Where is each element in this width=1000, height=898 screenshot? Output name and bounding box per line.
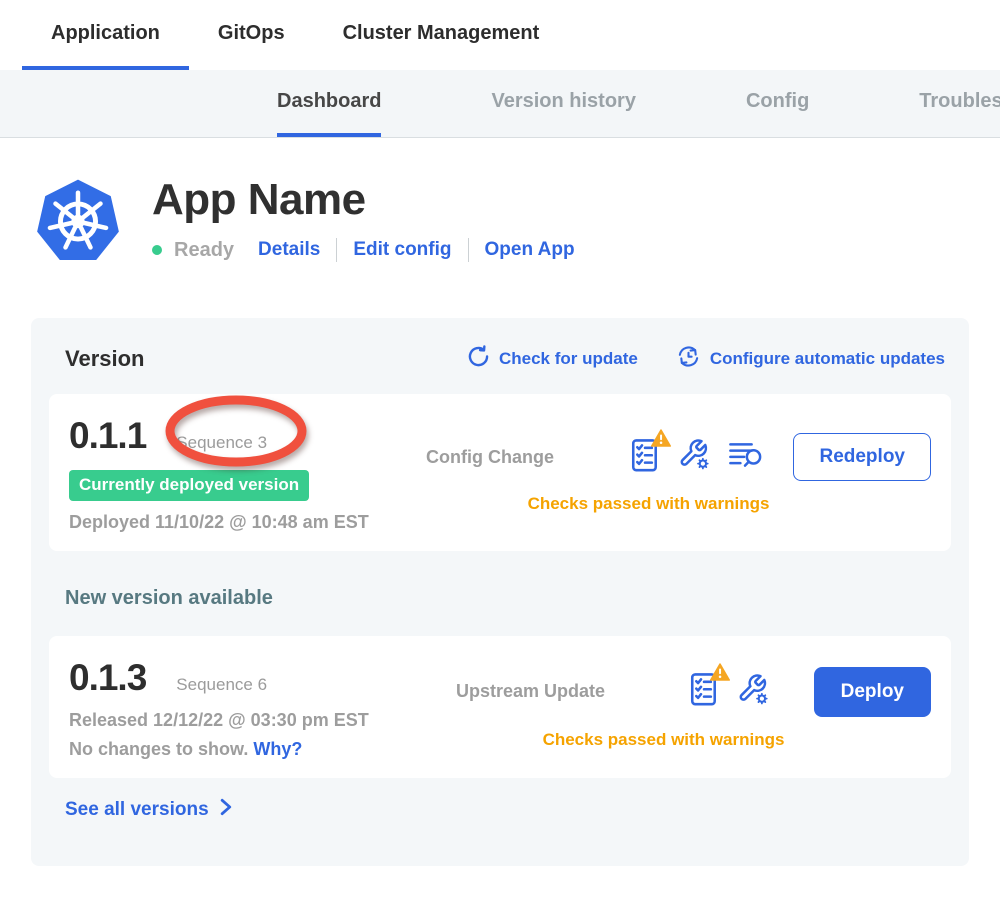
available-version-number: 0.1.3 — [69, 656, 146, 700]
wrench-gear-icon[interactable] — [678, 438, 711, 476]
tab-version-history[interactable]: Version history — [491, 70, 636, 137]
redeploy-button[interactable]: Redeploy — [793, 433, 931, 481]
new-version-heading: New version available — [65, 587, 951, 610]
auto-update-clock-icon — [676, 344, 701, 374]
no-changes-line: No changes to show.Why? — [69, 739, 441, 760]
deployed-checks-status: Checks passed with warnings — [426, 494, 931, 514]
preflight-checks-icon[interactable] — [690, 672, 720, 711]
details-link[interactable]: Details — [258, 239, 320, 261]
available-change-type: Upstream Update — [456, 681, 605, 702]
status-dot — [152, 245, 162, 255]
divider — [336, 238, 337, 262]
deployed-change-type: Config Change — [426, 447, 601, 468]
see-all-versions-label: See all versions — [65, 799, 209, 821]
preflight-checks-icon[interactable] — [631, 438, 661, 477]
deployed-version-number: 0.1.1 — [69, 414, 146, 458]
released-timestamp: Released 12/12/22 @ 03:30 pm EST — [69, 710, 441, 731]
check-for-update-label: Check for update — [499, 349, 638, 369]
tab-cluster-management[interactable]: Cluster Management — [314, 0, 569, 70]
chevron-right-icon — [220, 798, 233, 822]
warning-triangle-icon — [651, 429, 671, 452]
tab-config[interactable]: Config — [746, 70, 809, 137]
available-version-card: 0.1.3 Sequence 6 Released 12/12/22 @ 03:… — [49, 636, 951, 778]
view-diff-search-icon[interactable] — [728, 440, 764, 475]
see-all-versions-link[interactable]: See all versions — [65, 798, 233, 822]
version-panel: Version Check for update — [31, 318, 969, 866]
no-changes-text: No changes to show. — [69, 739, 248, 759]
tab-troubleshoot[interactable]: Troubleshoot — [919, 70, 1000, 137]
deployed-timestamp: Deployed 11/10/22 @ 10:48 am EST — [69, 512, 411, 533]
version-panel-title: Version — [65, 346, 144, 372]
currently-deployed-badge: Currently deployed version — [69, 470, 309, 501]
deployed-sequence-label: Sequence 3 — [176, 433, 267, 453]
primary-nav: Application GitOps Cluster Management — [0, 0, 1000, 70]
kubernetes-logo-icon — [33, 175, 123, 268]
warning-triangle-icon — [710, 663, 730, 686]
divider — [468, 238, 469, 262]
available-checks-status: Checks passed with warnings — [456, 730, 931, 750]
deploy-button[interactable]: Deploy — [814, 667, 931, 717]
page-title: App Name — [152, 177, 575, 223]
edit-config-link[interactable]: Edit config — [353, 239, 451, 261]
why-link[interactable]: Why? — [253, 739, 302, 759]
app-sub-nav: Dashboard Version history Config Trouble… — [0, 70, 1000, 138]
tab-application[interactable]: Application — [22, 0, 189, 70]
tab-gitops[interactable]: GitOps — [189, 0, 314, 70]
configure-automatic-updates-label: Configure automatic updates — [710, 349, 945, 369]
open-app-link[interactable]: Open App — [485, 239, 575, 261]
refresh-icon — [467, 345, 490, 373]
status-badge: Ready — [174, 239, 234, 262]
available-sequence-label: Sequence 6 — [176, 675, 267, 695]
app-header: App Name Ready Details Edit config Open … — [0, 138, 1000, 318]
check-for-update-button[interactable]: Check for update — [467, 345, 638, 373]
deployed-version-card: 0.1.1 Sequence 3 Currently deployed vers… — [49, 394, 951, 551]
wrench-gear-icon[interactable] — [737, 673, 770, 711]
tab-dashboard[interactable]: Dashboard — [277, 70, 381, 137]
configure-automatic-updates-button[interactable]: Configure automatic updates — [676, 344, 945, 374]
